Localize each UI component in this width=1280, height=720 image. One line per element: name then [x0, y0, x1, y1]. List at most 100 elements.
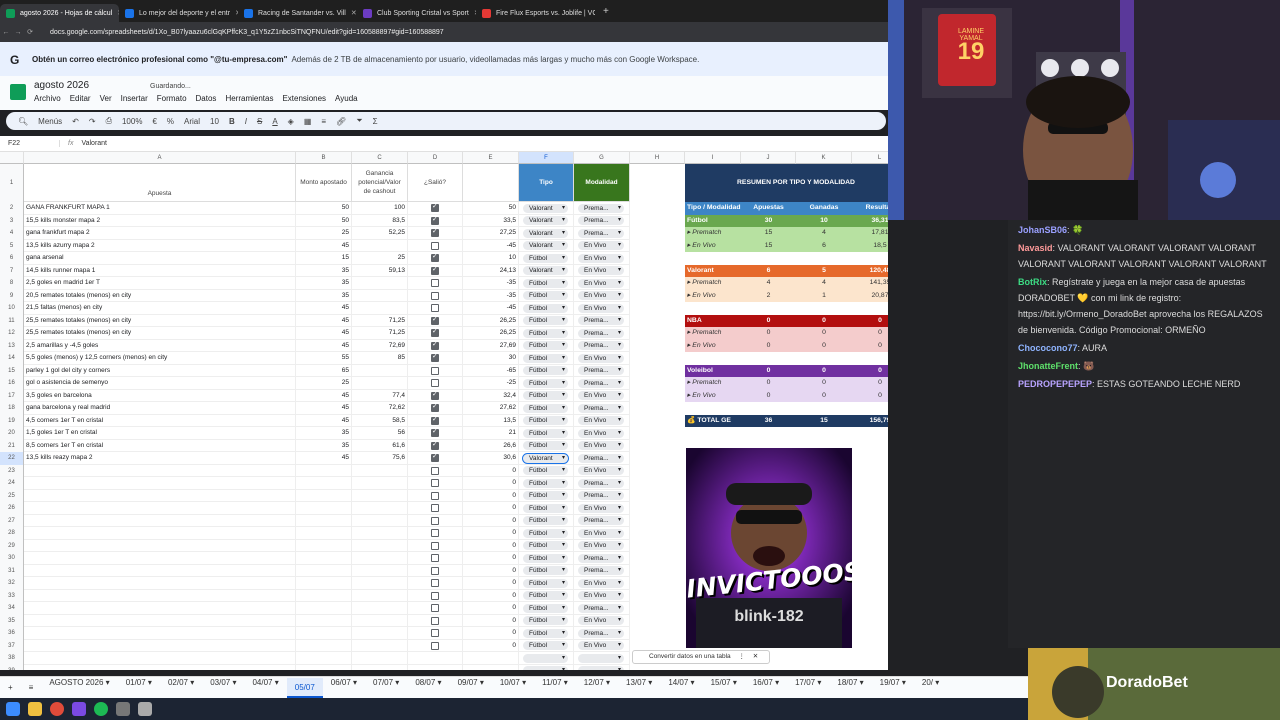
salio-checkbox[interactable] [431, 327, 439, 337]
sheet-tab[interactable]: 01/07 ▾ [118, 678, 160, 698]
cell-resultado[interactable]: 32,4 [463, 389, 519, 402]
row-header[interactable]: 32 [0, 577, 24, 590]
row-header[interactable]: 36 [0, 627, 24, 640]
salio-checkbox[interactable] [431, 504, 439, 512]
cell-monto[interactable]: 55 [296, 352, 352, 365]
sheet-tab[interactable]: AGOSTO 2026 ▾ [41, 678, 117, 698]
cell-monto[interactable]: 45 [296, 327, 352, 340]
tipo-dropdown[interactable]: Valorant [523, 228, 568, 238]
menus-search[interactable]: Menús [38, 117, 62, 126]
cell-ganancia[interactable] [352, 239, 408, 252]
cell-apuesta[interactable]: 4,5 corners 1er T en cristal [24, 414, 296, 427]
cell-monto[interactable] [296, 552, 352, 565]
modalidad-dropdown[interactable]: En Vivo [578, 303, 624, 313]
modalidad-dropdown[interactable]: En Vivo [578, 466, 624, 475]
tipo-dropdown[interactable]: Fútbol [523, 303, 568, 313]
modalidad-dropdown[interactable]: En Vivo [578, 616, 624, 625]
cell-resultado[interactable]: 0 [463, 527, 519, 540]
menu-datos[interactable]: Datos [196, 94, 217, 103]
cell-resultado[interactable]: 33,5 [463, 214, 519, 227]
modalidad-dropdown[interactable]: Prema... [578, 216, 624, 225]
cell-resultado[interactable]: 50 [463, 202, 519, 215]
modalidad-dropdown[interactable]: Prema... [578, 378, 624, 388]
row-header[interactable]: 35 [0, 614, 24, 627]
modalidad-dropdown[interactable]: Prema... [578, 328, 624, 338]
cell-monto[interactable] [296, 652, 352, 665]
tipo-dropdown[interactable]: Fútbol [523, 316, 568, 325]
tipo-dropdown[interactable] [523, 653, 568, 663]
menu-ayuda[interactable]: Ayuda [335, 94, 358, 103]
percent-button[interactable]: % [167, 117, 174, 126]
sheet-tab[interactable]: 16/07 ▾ [745, 678, 787, 698]
row-header[interactable]: 10 [0, 302, 24, 315]
cell-apuesta[interactable]: 25,5 remates totales (menos) en city [24, 314, 296, 327]
salio-checkbox[interactable] [431, 452, 439, 462]
cell-ganancia[interactable] [352, 564, 408, 577]
salio-checkbox[interactable] [431, 541, 439, 550]
salio-checkbox[interactable] [431, 566, 439, 575]
column-header[interactable]: H [630, 152, 685, 164]
tipo-dropdown[interactable]: Fútbol [523, 466, 568, 475]
cell-resultado[interactable]: 26,25 [463, 314, 519, 327]
currency-button[interactable]: € [152, 117, 156, 126]
cell-apuesta[interactable]: gana arsenal [24, 252, 296, 265]
menu-archivo[interactable]: Archivo [34, 94, 61, 103]
tipo-dropdown[interactable]: Fútbol [523, 616, 568, 625]
cell-monto[interactable]: 35 [296, 439, 352, 452]
salio-checkbox[interactable] [431, 479, 439, 487]
cell-ganancia[interactable] [352, 577, 408, 590]
row-header[interactable]: 2 [0, 202, 24, 215]
cell-ganancia[interactable]: 71,25 [352, 314, 408, 327]
cell-ganancia[interactable]: 59,13 [352, 264, 408, 277]
salio-checkbox[interactable] [431, 352, 439, 362]
row-header[interactable]: 30 [0, 552, 24, 565]
row-header[interactable]: 19 [0, 414, 24, 427]
cell-ganancia[interactable] [352, 464, 408, 477]
salio-checkbox[interactable] [431, 402, 439, 412]
salio-checkbox[interactable] [431, 366, 439, 375]
sheet-tab[interactable]: 06/07 ▾ [323, 678, 365, 698]
tipo-dropdown[interactable]: Fútbol [523, 641, 568, 650]
cell-resultado[interactable]: -25 [463, 377, 519, 390]
modalidad-dropdown[interactable]: Prema... [578, 516, 624, 525]
tipo-dropdown[interactable]: Fútbol [523, 503, 568, 513]
tipo-dropdown[interactable]: Fútbol [523, 253, 568, 263]
sheet-tab[interactable]: 11/07 ▾ [534, 678, 576, 698]
tipo-dropdown[interactable]: Fútbol [523, 491, 568, 500]
tipo-dropdown[interactable]: Fútbol [523, 591, 568, 600]
salio-checkbox[interactable] [431, 202, 439, 212]
row-header[interactable]: 5 [0, 239, 24, 252]
tipo-dropdown[interactable]: Fútbol [523, 328, 568, 338]
cell-ganancia[interactable]: 75,6 [352, 452, 408, 465]
tipo-dropdown[interactable]: Valorant [523, 216, 568, 225]
borders-icon[interactable]: ▦ [304, 117, 312, 126]
row-header[interactable]: 37 [0, 639, 24, 652]
salio-checkbox[interactable] [431, 616, 439, 625]
cell-apuesta[interactable] [24, 614, 296, 627]
modalidad-dropdown[interactable]: En Vivo [578, 441, 624, 450]
cell-resultado[interactable]: -45 [463, 239, 519, 252]
salio-checkbox[interactable] [431, 227, 439, 237]
app-icon-2[interactable] [138, 702, 152, 716]
cell-apuesta[interactable] [24, 477, 296, 490]
cell-resultado[interactable]: -35 [463, 289, 519, 302]
salio-checkbox[interactable] [431, 215, 439, 225]
modalidad-dropdown[interactable]: Prema... [578, 203, 624, 213]
cell-monto[interactable]: 45 [296, 239, 352, 252]
row-header[interactable]: 4 [0, 227, 24, 240]
tipo-dropdown[interactable]: Fútbol [523, 416, 568, 425]
cell-monto[interactable]: 25 [296, 227, 352, 240]
modalidad-dropdown[interactable] [578, 653, 624, 663]
tipo-dropdown[interactable]: Fútbol [523, 578, 568, 588]
cell-monto[interactable]: 45 [296, 389, 352, 402]
salio-checkbox[interactable] [431, 529, 439, 537]
cell-monto[interactable]: 45 [296, 339, 352, 352]
cell-ganancia[interactable] [352, 552, 408, 565]
menu-ver[interactable]: Ver [100, 94, 112, 103]
row-header[interactable]: 28 [0, 527, 24, 540]
cell-apuesta[interactable]: 13,5 kills azurry mapa 2 [24, 239, 296, 252]
tipo-dropdown[interactable]: Valorant [523, 266, 568, 275]
cell-monto[interactable]: 45 [296, 302, 352, 315]
cell-ganancia[interactable] [352, 614, 408, 627]
cell-ganancia[interactable] [352, 627, 408, 640]
